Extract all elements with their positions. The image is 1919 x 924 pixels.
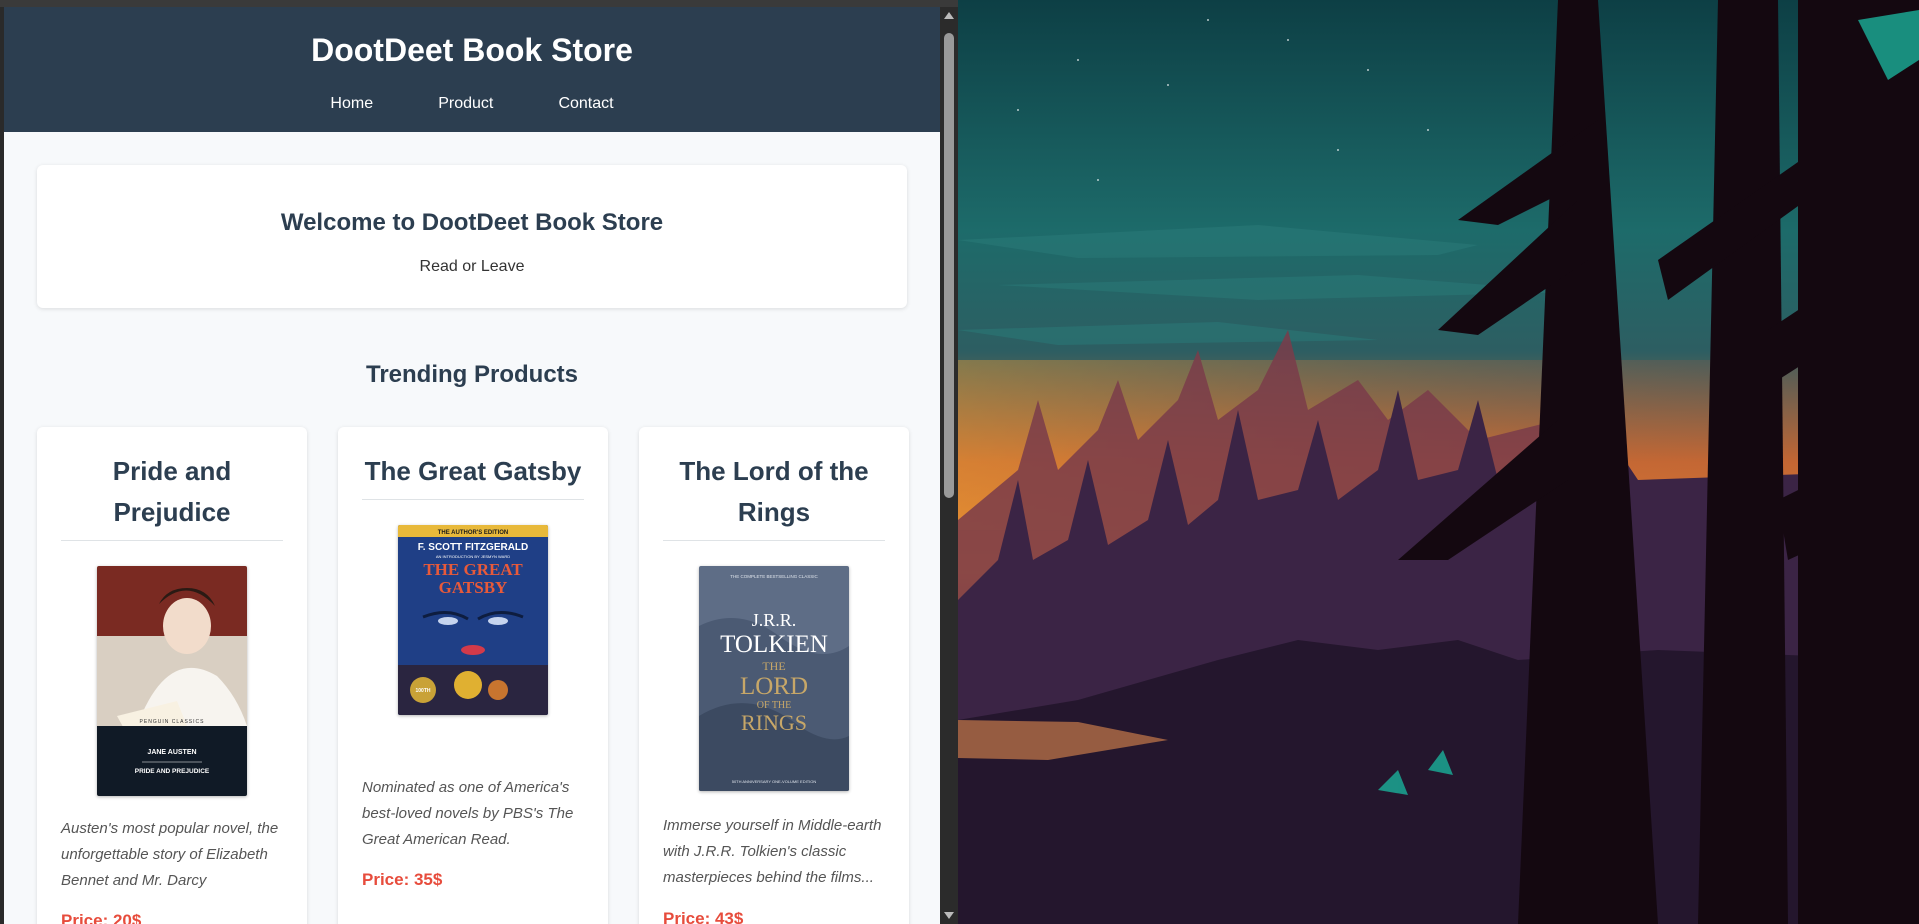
cover-footer: 50TH ANNIVERSARY ONE-VOLUME EDITION: [732, 779, 817, 784]
trending-heading: Trending Products: [365, 361, 578, 388]
cover-badge: 100TH: [415, 688, 430, 694]
cover-author: F. SCOTT FITZGERALD: [418, 542, 529, 553]
book-cover-image[interactable]: THE AUTHOR'S EDITION F. SCOTT FITZGERALD…: [398, 525, 548, 715]
cover-author-line2: TOLKIEN: [720, 631, 828, 658]
product-card[interactable]: Pride and Prejudice PENGUIN CLASSICS JAN…: [37, 427, 307, 924]
welcome-card: Welcome to DootDeet Book Store Read or L…: [37, 165, 907, 308]
cover-tagline: THE COMPLETE BESTSELLING CLASSIC: [730, 574, 818, 579]
product-description: Immerse yourself in Middle-earth with J.…: [663, 817, 882, 886]
product-title[interactable]: The Lord of the Rings: [663, 451, 885, 533]
forest-night-landscape: [958, 0, 1919, 924]
welcome-subtitle: Read or Leave: [419, 258, 525, 275]
cover-title-line2: GATSBY: [439, 578, 508, 597]
title-divider: [61, 540, 283, 541]
scroll-down-arrow-icon[interactable]: [944, 912, 954, 919]
nav-link-contact[interactable]: Contact: [558, 95, 613, 113]
scroll-up-arrow-icon[interactable]: [944, 12, 954, 19]
cover-series: PENGUIN CLASSICS: [140, 719, 205, 725]
book-cover-image[interactable]: THE COMPLETE BESTSELLING CLASSIC J.R.R. …: [699, 566, 849, 791]
window-top-bar: [0, 0, 958, 7]
nav-link-home[interactable]: Home: [330, 95, 373, 113]
site-header: DootDeet Book Store Home Product Contact: [4, 7, 940, 132]
title-divider: [362, 499, 584, 500]
site-title: DootDeet Book Store: [311, 32, 633, 68]
cover-title: PRIDE AND PREJUDICE: [135, 768, 210, 775]
product-price: Price: 35$: [362, 870, 443, 889]
title-divider: [663, 540, 885, 541]
welcome-title: Welcome to DootDeet Book Store: [280, 209, 664, 236]
product-description: Nominated as one of America's best-loved…: [362, 779, 574, 848]
desktop-wallpaper: [958, 0, 1919, 924]
site-nav: Home Product Contact: [4, 93, 940, 113]
cover-title-line1: THE GREAT: [423, 560, 523, 579]
cover-banner: THE AUTHOR'S EDITION: [438, 530, 509, 536]
nav-link-product[interactable]: Product: [438, 95, 493, 113]
cover-title-line1: THE: [762, 659, 785, 673]
product-title[interactable]: The Great Gatsby: [362, 451, 584, 492]
product-description: Austen's most popular novel, the unforge…: [61, 820, 279, 889]
cover-author: JANE AUSTEN: [147, 749, 196, 756]
product-title[interactable]: Pride and Prejudice: [61, 451, 283, 533]
cover-author-line1: J.R.R.: [752, 610, 797, 630]
page-viewport[interactable]: DootDeet Book Store Home Product Contact…: [4, 7, 940, 924]
cover-title-line4: RINGS: [741, 710, 807, 735]
product-price: Price: 20$: [61, 911, 142, 924]
book-cover-image[interactable]: PENGUIN CLASSICS JANE AUSTEN PRIDE AND P…: [97, 566, 247, 796]
scrollbar-thumb[interactable]: [944, 33, 954, 498]
product-price: Price: 43$: [663, 909, 744, 924]
vertical-scrollbar[interactable]: [940, 7, 958, 924]
cover-title-line2: LORD: [740, 673, 808, 700]
product-card[interactable]: The Great Gatsby THE AUTHOR'S EDITION F.…: [338, 427, 608, 924]
cover-credit: AN INTRODUCTION BY JESMYN WARD: [436, 554, 510, 559]
product-card[interactable]: The Lord of the Rings THE COMPLETE BESTS…: [639, 427, 909, 924]
browser-window: DootDeet Book Store Home Product Contact…: [0, 0, 958, 924]
